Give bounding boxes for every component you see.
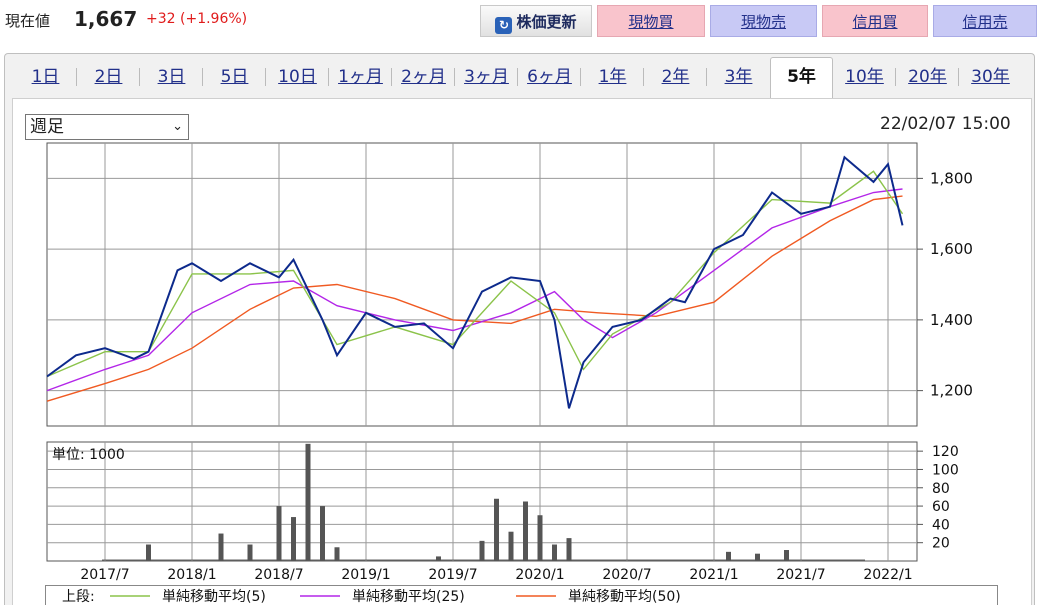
volume-bar	[784, 550, 789, 561]
volume-bar	[479, 540, 485, 561]
x-tick-label: 2018/1	[167, 567, 216, 583]
x-tick-label: 2018/7	[254, 567, 303, 583]
price-plot-area	[46, 142, 918, 427]
volume-bar	[566, 538, 572, 561]
x-tick-label: 2020/1	[515, 567, 564, 583]
volume-bar	[436, 556, 441, 561]
volume-bar	[508, 531, 514, 561]
volume-bar	[726, 551, 731, 561]
price-tick-label: 1,600	[930, 240, 973, 258]
volume-unit-label: 単位: 1000	[52, 447, 125, 463]
volume-tick-label: 80	[932, 481, 950, 497]
volume-bar	[523, 501, 528, 561]
volume-bar	[247, 544, 253, 561]
x-tick-label: 2021/1	[689, 567, 738, 583]
volume-tick-label: 20	[932, 536, 950, 552]
volume-tick-label: 40	[932, 517, 950, 533]
volume-bar	[755, 553, 760, 561]
volume-bar	[320, 506, 325, 561]
volume-bar	[218, 533, 224, 561]
volume-bar	[552, 544, 557, 561]
x-tick-label: 2019/1	[341, 567, 390, 583]
volume-tick-label: 120	[932, 444, 959, 460]
volume-bar	[146, 544, 151, 561]
x-tick-label: 2020/7	[602, 567, 651, 583]
volume-bar	[537, 515, 543, 561]
volume-bar	[334, 547, 340, 561]
volume-bar	[291, 517, 296, 561]
x-tick-label: 2019/7	[428, 567, 477, 583]
x-tick-label: 2021/7	[776, 567, 825, 583]
volume-tick-label: 100	[932, 462, 959, 478]
x-tick-label: 2017/7	[80, 567, 129, 583]
legend-box	[45, 585, 998, 605]
volume-bar	[494, 498, 499, 561]
x-tick-label: 2022/1	[863, 567, 912, 583]
price-tick-label: 1,200	[930, 382, 973, 400]
volume-tick-label: 60	[932, 499, 950, 515]
volume-bar	[305, 443, 311, 561]
stock-chart: 2017/7 2018/1 2018/7 2019/1 2019/7 2020/1 2020…	[46, 142, 973, 605]
price-tick-label: 1,400	[930, 311, 973, 329]
volume-bar	[276, 506, 282, 561]
price-tick-label: 1,800	[930, 169, 973, 187]
